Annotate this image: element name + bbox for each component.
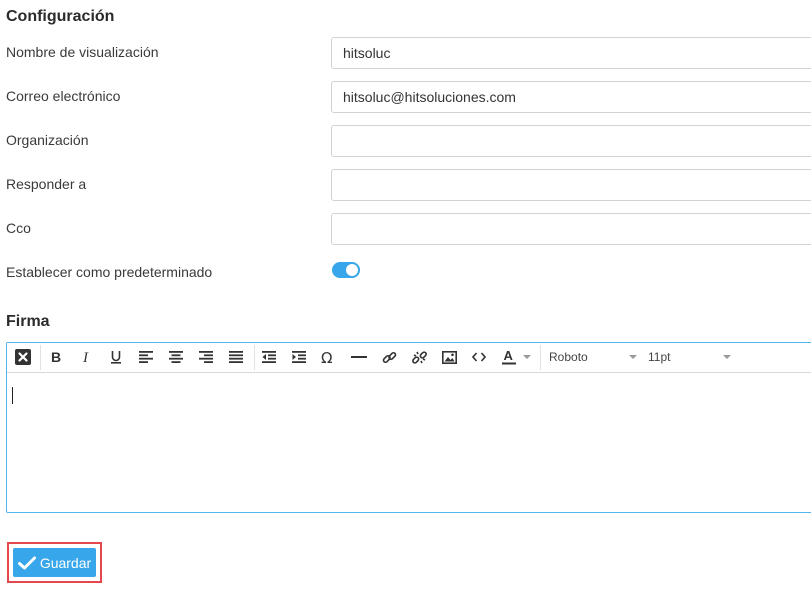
save-button-highlight: Guardar	[7, 542, 102, 583]
toolbar-separator	[540, 345, 541, 370]
chevron-down-icon	[629, 355, 637, 359]
svg-text:I: I	[82, 350, 89, 364]
svg-text:A: A	[504, 349, 514, 363]
svg-text:B: B	[51, 350, 61, 364]
svg-text:Ω: Ω	[321, 350, 332, 365]
editor-toolbar: B I Ω A Roboto 11pt	[7, 343, 811, 373]
chevron-down-icon	[723, 355, 731, 359]
font-size-select[interactable]: 11pt	[648, 346, 744, 368]
text-color-dropdown-chevron-down-icon[interactable]	[520, 346, 534, 368]
save-button-label: Guardar	[39, 554, 92, 571]
bcc-input[interactable]	[331, 213, 811, 245]
align-center-icon[interactable]	[164, 346, 188, 368]
toolbar-separator	[254, 345, 255, 370]
unlink-icon[interactable]	[407, 346, 431, 368]
organization-label: Organización	[6, 132, 89, 148]
align-right-icon[interactable]	[194, 346, 218, 368]
clear-html-icon[interactable]	[11, 346, 35, 368]
text-color-icon[interactable]: A	[497, 346, 521, 368]
bold-icon[interactable]: B	[44, 346, 68, 368]
font-family-select[interactable]: Roboto	[549, 346, 645, 368]
display-name-input[interactable]	[331, 37, 811, 69]
special-character-icon[interactable]: Ω	[317, 346, 341, 368]
source-code-icon[interactable]	[467, 346, 491, 368]
indent-icon[interactable]	[287, 346, 311, 368]
organization-input[interactable]	[331, 125, 811, 157]
bcc-label: Cco	[6, 220, 31, 236]
font-size-value: 11pt	[648, 350, 671, 364]
text-cursor	[12, 387, 13, 404]
email-input[interactable]	[331, 81, 811, 113]
align-justify-icon[interactable]	[224, 346, 248, 368]
outdent-icon[interactable]	[257, 346, 281, 368]
section-title-configuration: Configuración	[6, 8, 115, 25]
align-left-icon[interactable]	[134, 346, 158, 368]
toggle-knob	[346, 264, 358, 276]
signature-editor: B I Ω A Roboto 11pt	[6, 342, 811, 513]
underline-icon[interactable]	[104, 346, 128, 368]
reply-to-label: Responder a	[6, 176, 87, 192]
reply-to-input[interactable]	[331, 169, 811, 201]
link-icon[interactable]	[377, 346, 401, 368]
image-icon[interactable]	[437, 346, 461, 368]
section-title-signature: Firma	[6, 313, 50, 330]
set-default-label: Establecer como predeterminado	[6, 264, 213, 280]
horizontal-rule-icon[interactable]	[347, 346, 371, 368]
checkmark-icon	[17, 556, 36, 569]
display-name-label: Nombre de visualización	[6, 44, 159, 60]
email-label: Correo electrónico	[6, 88, 121, 104]
font-family-value: Roboto	[549, 350, 588, 364]
toolbar-separator	[40, 345, 41, 370]
save-button[interactable]: Guardar	[13, 548, 96, 577]
signature-content-area[interactable]	[7, 373, 811, 512]
set-default-toggle[interactable]	[332, 262, 360, 278]
italic-icon[interactable]: I	[74, 346, 98, 368]
